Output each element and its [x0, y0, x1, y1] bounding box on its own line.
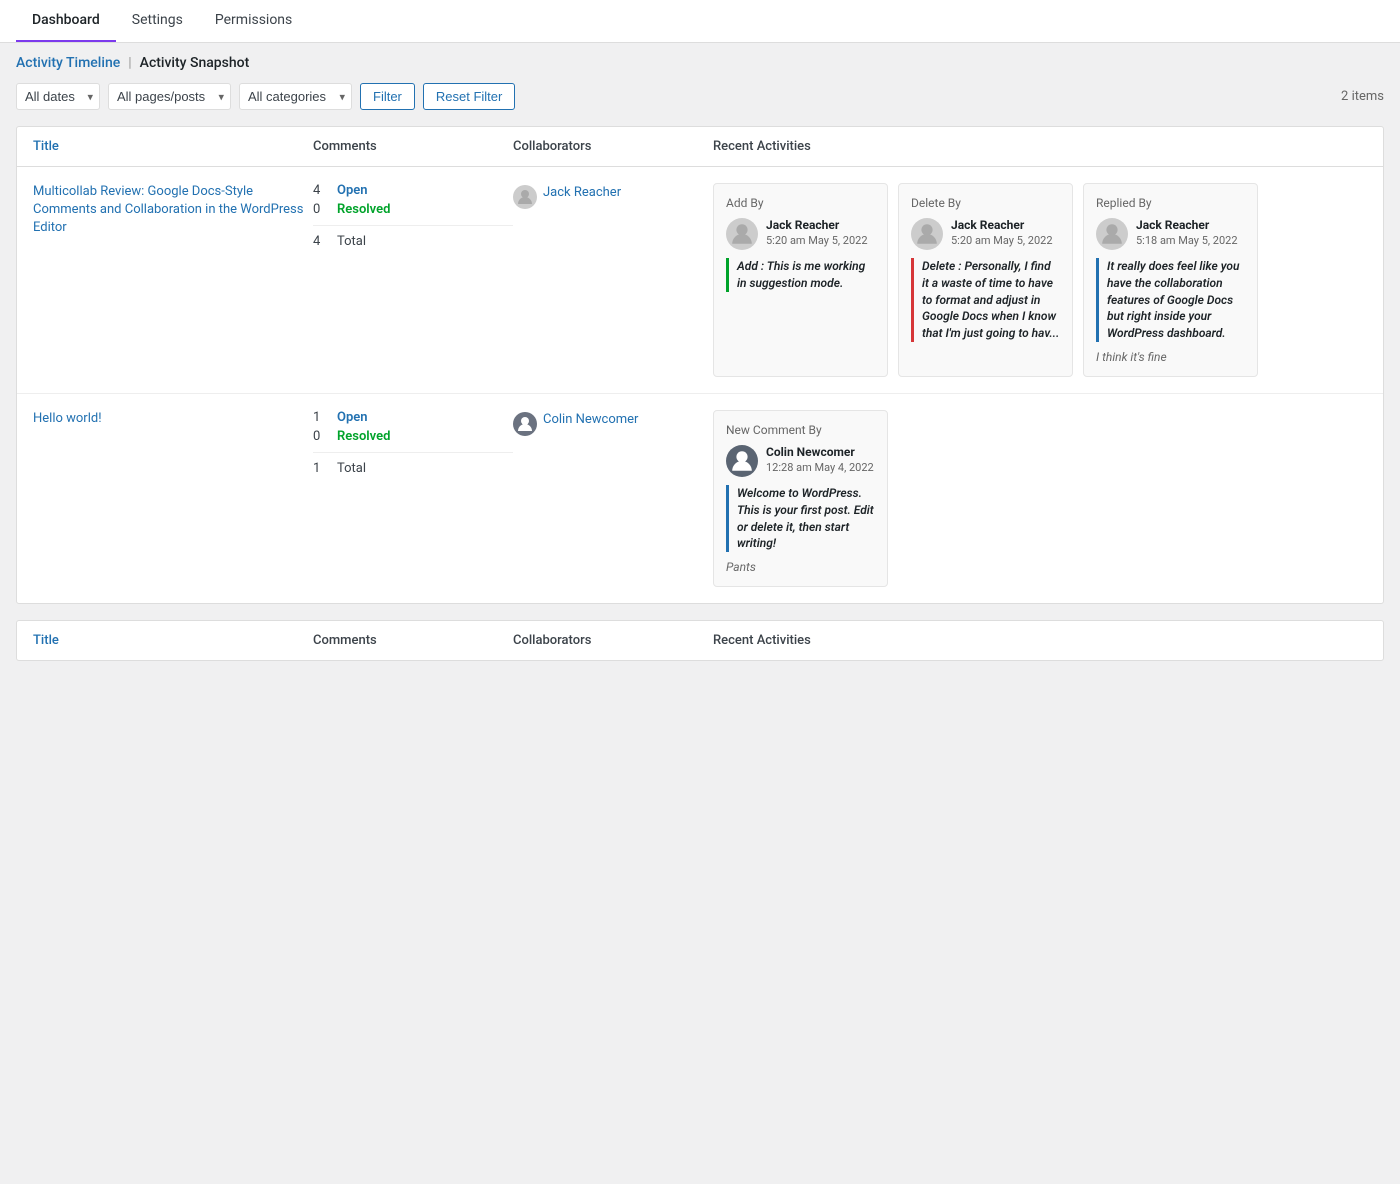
total-count-row-1: 4 Total	[313, 225, 513, 249]
dates-filter-wrapper: All dates	[16, 83, 100, 110]
activity-avatar-1-2	[911, 218, 943, 250]
pages-filter-wrapper: All pages/posts	[108, 83, 231, 110]
open-count-row-1: 4 Open	[313, 183, 513, 198]
footer-header-recent-activities: Recent Activities	[713, 633, 1367, 648]
main-content: Activity Timeline | Activity Snapshot Al…	[0, 43, 1400, 673]
collaborator-name-1[interactable]: Jack Reacher	[543, 185, 621, 200]
activity-user-name-1-2: Jack Reacher	[951, 218, 1060, 234]
activity-type-1-1: Add By	[726, 196, 875, 210]
comments-cell-1: 4 Open 0 Resolved 4 Total	[313, 183, 513, 249]
filter-bar: All dates All pages/posts All categories…	[16, 83, 1384, 110]
categories-filter[interactable]: All categories	[239, 83, 352, 110]
resolved-count-row-1: 0 Resolved	[313, 202, 513, 217]
activity-user-info-2-1: Colin Newcomer 12:28 am May 4, 2022	[766, 445, 875, 475]
activity-note-1-3: I think it's fine	[1096, 350, 1245, 364]
activity-user-info-1-2: Jack Reacher 5:20 am May 5, 2022	[951, 218, 1060, 248]
activity-avatar-2-1	[726, 445, 758, 477]
activity-user-row-1-3: Jack Reacher 5:18 am May 5, 2022	[1096, 218, 1245, 250]
open-count-1: 4	[313, 183, 329, 198]
activity-user-info-1-1: Jack Reacher 5:20 am May 5, 2022	[766, 218, 875, 248]
resolved-label-2: Resolved	[337, 429, 390, 444]
dates-filter[interactable]: All dates	[16, 83, 100, 110]
filter-button[interactable]: Filter	[360, 83, 415, 110]
header-collaborators: Collaborators	[513, 139, 713, 154]
pages-filter[interactable]: All pages/posts	[108, 83, 231, 110]
activity-content-1-2: Delete : Personally, I find it a waste o…	[911, 258, 1060, 342]
activity-card-1-2: Delete By Jack Reacher 5:20 am May 5, 20…	[898, 183, 1073, 377]
open-label-2: Open	[337, 410, 368, 425]
footer-header-title: Title	[33, 633, 313, 648]
tab-permissions[interactable]: Permissions	[199, 0, 308, 42]
total-label-1: Total	[337, 234, 366, 249]
footer-table-header: Title Comments Collaborators Recent Acti…	[16, 620, 1384, 661]
post-title-cell: Multicollab Review: Google Docs-Style Co…	[33, 183, 313, 238]
table-header: Title Comments Collaborators Recent Acti…	[17, 127, 1383, 167]
footer-header-collaborators: Collaborators	[513, 633, 713, 648]
breadcrumb-separator: |	[128, 55, 131, 71]
activity-content-1-3: It really does feel like you have the co…	[1096, 258, 1245, 342]
activities-cell-2: New Comment By Colin Newcomer 12:28 am M…	[713, 410, 1367, 587]
activity-avatar-1-3	[1096, 218, 1128, 250]
tab-dashboard[interactable]: Dashboard	[16, 0, 116, 42]
activity-content-2-1: Welcome to WordPress. This is your first…	[726, 485, 875, 552]
activity-avatar-1-1	[726, 218, 758, 250]
activity-user-time-2-1: 12:28 am May 4, 2022	[766, 461, 875, 475]
post-title-cell-2: Hello world!	[33, 410, 313, 428]
total-count-row-2: 1 Total	[313, 452, 513, 476]
activity-card-2-1: New Comment By Colin Newcomer 12:28 am M…	[713, 410, 888, 587]
breadcrumb-current: Activity Snapshot	[140, 55, 250, 71]
avatar-2	[513, 412, 537, 436]
collaborators-cell-2: Colin Newcomer	[513, 410, 713, 436]
activity-card-1-3: Replied By Jack Reacher 5:18 am May 5, 2…	[1083, 183, 1258, 377]
data-table: Title Comments Collaborators Recent Acti…	[16, 126, 1384, 604]
open-count-2: 1	[313, 410, 329, 425]
collaborators-cell-1: Jack Reacher	[513, 183, 713, 209]
activity-user-name-1-1: Jack Reacher	[766, 218, 875, 234]
tab-settings[interactable]: Settings	[116, 0, 199, 42]
activities-cell-1: Add By Jack Reacher 5:20 am May 5, 2022 …	[713, 183, 1367, 377]
open-label-1: Open	[337, 183, 368, 198]
activity-user-name-1-3: Jack Reacher	[1136, 218, 1245, 234]
table-row: Multicollab Review: Google Docs-Style Co…	[17, 167, 1383, 394]
total-count-2: 1	[313, 461, 329, 476]
header-comments: Comments	[313, 139, 513, 154]
total-count-1: 4	[313, 234, 329, 249]
activity-card-1-1: Add By Jack Reacher 5:20 am May 5, 2022 …	[713, 183, 888, 377]
breadcrumb-link[interactable]: Activity Timeline	[16, 55, 120, 71]
activity-type-1-3: Replied By	[1096, 196, 1245, 210]
post-title-link-1[interactable]: Multicollab Review: Google Docs-Style Co…	[33, 184, 303, 235]
activity-type-1-2: Delete By	[911, 196, 1060, 210]
activity-note-2-1: Pants	[726, 560, 875, 574]
avatar-1	[513, 185, 537, 209]
collaborator-name-2[interactable]: Colin Newcomer	[543, 412, 638, 427]
reset-filter-button[interactable]: Reset Filter	[423, 83, 515, 110]
footer-header-comments: Comments	[313, 633, 513, 648]
activity-type-2-1: New Comment By	[726, 423, 875, 437]
activity-user-info-1-3: Jack Reacher 5:18 am May 5, 2022	[1136, 218, 1245, 248]
comments-cell-2: 1 Open 0 Resolved 1 Total	[313, 410, 513, 476]
resolved-count-2: 0	[313, 429, 329, 444]
resolved-count-row-2: 0 Resolved	[313, 429, 513, 444]
post-title-link-2[interactable]: Hello world!	[33, 411, 102, 426]
items-count: 2 items	[1341, 89, 1384, 104]
resolved-label-1: Resolved	[337, 202, 390, 217]
activity-user-name-2-1: Colin Newcomer	[766, 445, 875, 461]
header-recent-activities: Recent Activities	[713, 139, 1367, 154]
top-navigation: Dashboard Settings Permissions	[0, 0, 1400, 43]
table-row-2: Hello world! 1 Open 0 Resolved 1 Total	[17, 394, 1383, 603]
open-count-row-2: 1 Open	[313, 410, 513, 425]
header-title: Title	[33, 139, 313, 154]
activity-user-time-1-3: 5:18 am May 5, 2022	[1136, 234, 1245, 248]
categories-filter-wrapper: All categories	[239, 83, 352, 110]
breadcrumb: Activity Timeline | Activity Snapshot	[16, 55, 1384, 71]
activity-user-time-1-2: 5:20 am May 5, 2022	[951, 234, 1060, 248]
activity-user-row-2-1: Colin Newcomer 12:28 am May 4, 2022	[726, 445, 875, 477]
activity-content-1-1: Add : This is me working in suggestion m…	[726, 258, 875, 292]
total-label-2: Total	[337, 461, 366, 476]
resolved-count-1: 0	[313, 202, 329, 217]
activity-user-row-1-1: Jack Reacher 5:20 am May 5, 2022	[726, 218, 875, 250]
activity-user-time-1-1: 5:20 am May 5, 2022	[766, 234, 875, 248]
activity-user-row-1-2: Jack Reacher 5:20 am May 5, 2022	[911, 218, 1060, 250]
